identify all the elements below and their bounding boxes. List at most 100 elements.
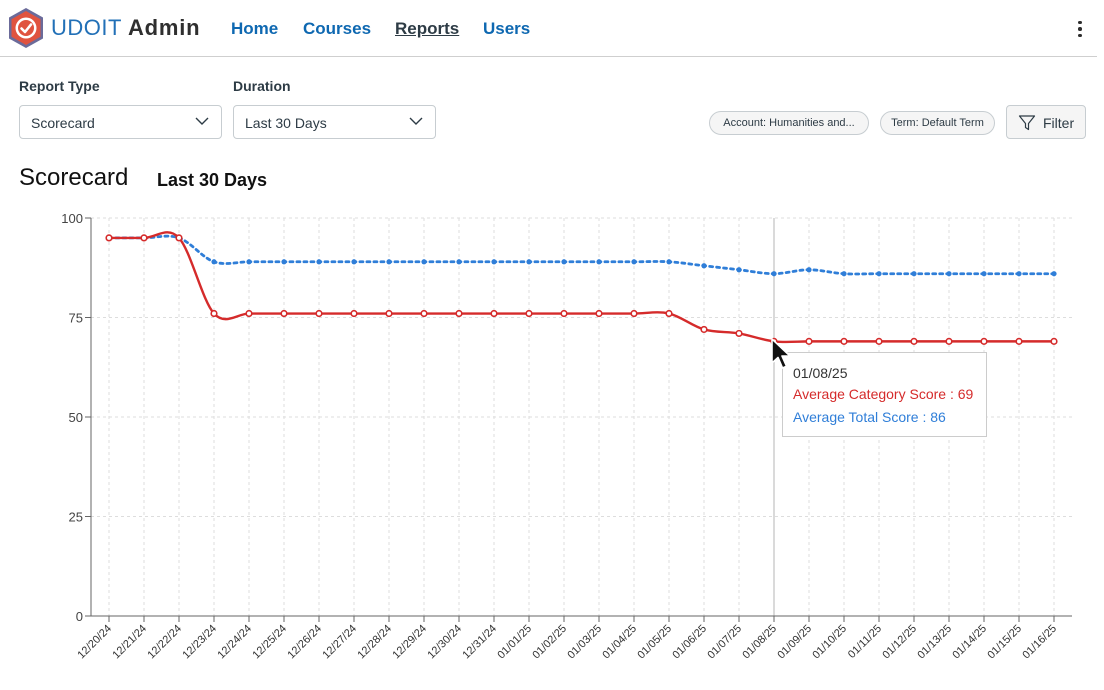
kebab-menu-icon[interactable]: [1070, 16, 1090, 42]
x-tick-label: 01/12/25: [880, 623, 919, 662]
top-navigation-bar: UDOIT Admin Home Courses Reports Users: [0, 0, 1097, 57]
data-point-total[interactable]: [841, 271, 847, 277]
data-point-category[interactable]: [315, 309, 323, 318]
report-type-value: Scorecard: [31, 115, 95, 131]
data-point-total[interactable]: [701, 263, 707, 269]
nav-users[interactable]: Users: [483, 19, 530, 39]
term-filter-pill[interactable]: Term: Default Term: [880, 111, 995, 135]
data-point-category[interactable]: [980, 337, 988, 345]
x-tick-label: 01/16/25: [1020, 623, 1059, 662]
x-tick-label: 01/11/25: [846, 623, 884, 661]
data-point-category[interactable]: [665, 309, 673, 318]
data-point-total[interactable]: [351, 259, 357, 265]
data-point-category[interactable]: [280, 309, 288, 318]
data-point-total[interactable]: [666, 259, 672, 265]
nav-home[interactable]: Home: [231, 19, 278, 39]
data-point-category[interactable]: [735, 329, 743, 338]
data-point-category[interactable]: [210, 309, 218, 318]
data-point-total[interactable]: [1016, 271, 1022, 277]
brand-name-suffix: Admin: [127, 15, 201, 40]
y-tick-label: 0: [76, 609, 83, 624]
data-point-total[interactable]: [421, 259, 427, 265]
x-tick-label: 12/20/24: [75, 623, 114, 662]
funnel-icon: [1018, 115, 1036, 131]
x-tick-label: 12/29/24: [390, 623, 429, 662]
data-point-total[interactable]: [1051, 271, 1057, 277]
data-point-total[interactable]: [561, 259, 567, 265]
x-tick-label: 01/07/25: [705, 623, 744, 662]
data-point-total[interactable]: [806, 267, 812, 273]
data-point-category[interactable]: [910, 337, 918, 345]
data-point-category[interactable]: [945, 337, 953, 345]
x-tick-label: 01/10/25: [810, 623, 849, 662]
data-point-category[interactable]: [525, 309, 533, 318]
series-line-total: [107, 234, 1056, 276]
data-point-total[interactable]: [386, 259, 392, 265]
data-point-total[interactable]: [771, 271, 777, 277]
x-tick-label: 01/14/25: [950, 623, 989, 662]
data-point-total[interactable]: [316, 259, 322, 265]
data-point-total[interactable]: [736, 267, 742, 273]
mouse-pointer-icon: [771, 338, 791, 369]
x-axis-tick-labels: 12/20/2412/21/2412/22/2412/23/2412/24/24…: [75, 623, 1059, 662]
data-point-category[interactable]: [805, 337, 813, 345]
x-tick-label: 01/08/25: [740, 623, 779, 662]
x-tick-label: 12/28/24: [355, 623, 394, 662]
brand-name: UDOIT Admin: [51, 15, 200, 41]
y-tick-label: 75: [69, 311, 83, 326]
x-tick-label: 01/05/25: [635, 623, 674, 662]
data-point-category[interactable]: [700, 325, 708, 334]
y-tick-label: 100: [61, 211, 83, 226]
x-tick-label: 12/25/24: [250, 623, 289, 662]
data-point-category[interactable]: [875, 337, 883, 345]
duration-value: Last 30 Days: [245, 115, 327, 131]
data-point-total[interactable]: [211, 259, 217, 265]
x-tick-label: 12/26/24: [285, 623, 324, 662]
udoit-logo-icon[interactable]: [7, 7, 45, 49]
data-point-category[interactable]: [840, 337, 848, 345]
data-point-total[interactable]: [631, 259, 637, 265]
chart-tooltip: 01/08/25 Average Category Score : 69 Ave…: [782, 352, 987, 437]
scorecard-line-chart: 0 25 50 75 100 12/20/2412/21/2412/22/2412/23…: [61, 211, 1072, 662]
series-line-category: [109, 231, 1054, 344]
tooltip-category-score: Average Category Score : 69: [793, 386, 974, 402]
data-point-category[interactable]: [105, 234, 113, 242]
data-point-category[interactable]: [630, 309, 638, 318]
data-point-category[interactable]: [175, 234, 183, 242]
filter-button[interactable]: Filter: [1006, 105, 1086, 139]
data-point-category[interactable]: [560, 309, 568, 318]
data-point-total[interactable]: [526, 259, 532, 265]
data-point-category[interactable]: [385, 309, 393, 318]
tooltip-total-score: Average Total Score : 86: [793, 409, 946, 425]
data-point-category[interactable]: [420, 309, 428, 318]
data-point-total[interactable]: [981, 271, 987, 277]
account-filter-pill[interactable]: Account: Humanities and...: [709, 111, 869, 135]
chevron-down-icon: [409, 117, 423, 125]
data-point-total[interactable]: [596, 259, 602, 265]
data-point-total[interactable]: [911, 271, 917, 277]
x-tick-label: 01/13/25: [915, 623, 954, 662]
report-type-select[interactable]: Scorecard: [19, 105, 222, 139]
nav-reports[interactable]: Reports: [395, 19, 459, 39]
x-tick-label: 12/31/24: [460, 623, 499, 662]
data-point-total[interactable]: [876, 271, 882, 277]
data-point-category[interactable]: [350, 309, 358, 318]
data-point-category[interactable]: [455, 309, 463, 318]
x-tick-label: 01/02/25: [530, 623, 569, 662]
nav-courses[interactable]: Courses: [303, 19, 371, 39]
tooltip-date: 01/08/25: [793, 365, 848, 381]
data-point-category[interactable]: [1050, 337, 1058, 345]
data-point-category[interactable]: [1015, 337, 1023, 345]
data-point-category[interactable]: [595, 309, 603, 318]
data-point-total[interactable]: [946, 271, 952, 277]
data-point-category[interactable]: [245, 309, 253, 318]
data-point-total[interactable]: [456, 259, 462, 265]
data-point-category[interactable]: [490, 309, 498, 318]
chevron-down-icon: [195, 117, 209, 125]
data-point-total[interactable]: [246, 259, 252, 265]
data-point-category[interactable]: [140, 234, 148, 242]
data-point-total[interactable]: [491, 259, 497, 265]
duration-select[interactable]: Last 30 Days: [233, 105, 436, 139]
x-tick-label: 12/24/24: [215, 623, 254, 662]
data-point-total[interactable]: [281, 259, 287, 265]
